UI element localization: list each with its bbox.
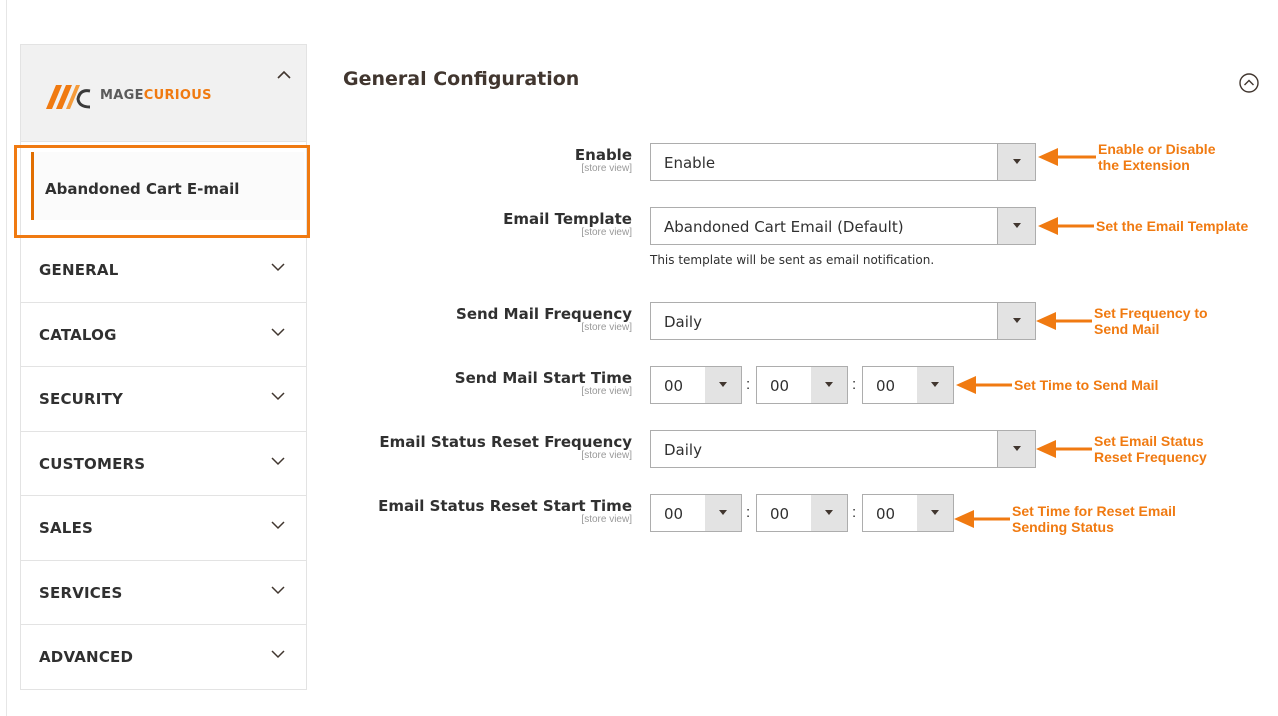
sidebar-item-advanced[interactable]: ADVANCED [21,625,306,690]
sidebar-item-services[interactable]: SERVICES [21,561,306,625]
field-label-enable: Enable [store view] [574,146,632,174]
sidebar-item-label: SALES [39,519,94,537]
sidebar-item-sales[interactable]: SALES [21,496,306,561]
chevron-up-icon[interactable] [276,69,292,81]
collapse-section-icon[interactable] [1238,72,1260,94]
chevron-down-icon [271,456,285,465]
arrow-left-icon [1036,312,1092,330]
sidebar-item-label: SERVICES [39,583,123,602]
chevron-down-icon [271,585,285,594]
dropdown-arrow-icon [997,431,1035,467]
time-separator: : [852,376,857,393]
dropdown-arrow-icon [811,495,847,531]
scope-label: [store view] [581,450,632,461]
arrow-left-icon [1038,217,1094,235]
arrow-left-icon [1036,440,1092,458]
scope-label: [store view] [581,163,632,174]
sidebar-item-general[interactable]: GENERAL [21,238,306,303]
sidebar-item-label: GENERAL [39,261,119,279]
annotation-email-template: Set the Email Template [1038,216,1248,236]
sidebar-item-catalog[interactable]: CATALOG [21,303,306,367]
chevron-down-icon [271,650,285,659]
time-separator: : [746,504,751,521]
dropdown-arrow-icon [917,495,953,531]
enable-select[interactable]: Enable [650,143,1036,181]
chevron-down-icon [271,327,285,336]
magecurious-logo-icon [46,85,91,109]
field-label-send-mail-start-time: Send Mail Start Time [store view] [454,369,632,397]
dropdown-arrow-icon [917,367,953,403]
sidebar-item-label: ADVANCED [39,648,134,666]
arrow-left-icon [956,376,1012,394]
sidebar-item-label: SECURITY [39,390,124,408]
reset-second-select[interactable]: 00 [862,494,954,532]
scope-label: [store view] [581,227,632,238]
arrow-left-icon [954,510,1010,528]
dropdown-arrow-icon [997,144,1035,180]
config-sidebar: MAGECURIOUS Abandoned Cart E-mail GENERA… [20,44,307,690]
reset-frequency-select[interactable]: Daily [650,430,1036,468]
send-mail-hour-select[interactable]: 00 [650,366,742,404]
config-page: MAGECURIOUS Abandoned Cart E-mail GENERA… [0,0,1278,716]
send-mail-minute-select[interactable]: 00 [756,366,848,404]
annotation-reset-start-time: Set Time for Reset Email Sending Status [954,503,1176,535]
dropdown-arrow-icon [705,495,741,531]
field-label-reset-start-time: Email Status Reset Start Time [store vie… [378,497,632,525]
brand-logo: MAGECURIOUS [46,81,212,109]
sidebar-item-label: CUSTOMERS [39,454,146,473]
email-template-select[interactable]: Abandoned Cart Email (Default) [650,207,1036,245]
scope-label: [store view] [581,514,632,525]
chevron-down-icon [271,263,285,272]
reset-hour-select[interactable]: 00 [650,494,742,532]
chevron-down-icon [271,521,285,530]
sidebar-item-label: CATALOG [39,325,117,344]
field-label-send-mail-frequency: Send Mail Frequency [store view] [456,305,632,333]
time-separator: : [746,376,751,393]
annotation-enable: Enable or Disable the Extension [1038,141,1215,173]
send-mail-frequency-select[interactable]: Daily [650,302,1036,340]
annotation-reset-frequency: Set Email Status Reset Frequency [1036,433,1207,465]
sidebar-item-security[interactable]: SECURITY [21,367,306,432]
active-item-highlight [14,145,310,238]
send-mail-second-select[interactable]: 00 [862,366,954,404]
annotation-send-mail-start-time: Set Time to Send Mail [956,375,1158,395]
brand-header[interactable]: MAGECURIOUS [21,45,306,142]
field-label-email-template: Email Template [store view] [503,210,632,238]
scope-label: [store view] [581,322,632,333]
sidebar-item-customers[interactable]: CUSTOMERS [21,432,306,496]
dropdown-arrow-icon [997,208,1035,244]
email-template-note: This template will be sent as email noti… [650,253,935,267]
left-divider [6,0,7,716]
section-title: General Configuration [343,68,580,90]
dropdown-arrow-icon [705,367,741,403]
dropdown-arrow-icon [997,303,1035,339]
time-separator: : [852,504,857,521]
reset-minute-select[interactable]: 00 [756,494,848,532]
field-label-reset-frequency: Email Status Reset Frequency [store view… [379,433,632,461]
dropdown-arrow-icon [811,367,847,403]
annotation-send-mail-frequency: Set Frequency to Send Mail [1036,305,1208,337]
arrow-left-icon [1038,148,1096,166]
scope-label: [store view] [581,386,632,397]
brand-name: MAGECURIOUS [100,87,212,103]
chevron-down-icon [271,392,285,401]
